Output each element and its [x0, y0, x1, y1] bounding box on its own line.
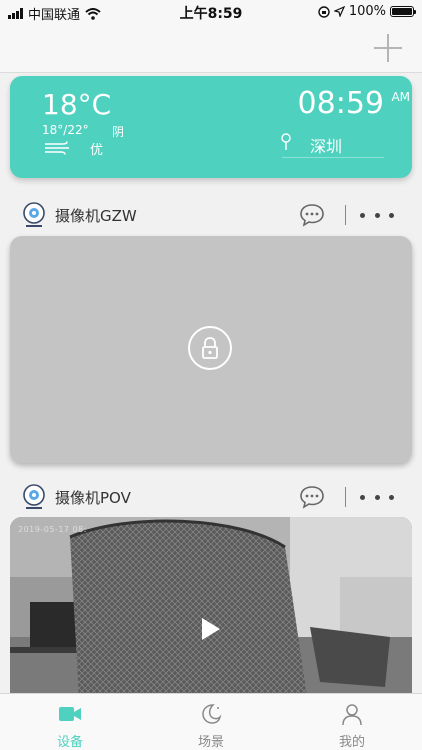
- camera-name: 摄像机POV: [55, 489, 131, 507]
- status-bar: 中国联通 上午8:59 100%: [0, 0, 422, 24]
- am-pm-label: AM: [391, 90, 410, 104]
- weather-condition: 阴: [112, 125, 125, 139]
- location-arrow-icon: [333, 6, 345, 17]
- camera-header[interactable]: 摄像机POV: [0, 477, 422, 517]
- battery-percent: 100%: [348, 4, 386, 19]
- separator: [345, 487, 346, 507]
- camera-icon: [23, 202, 45, 227]
- video-camera-icon: [59, 707, 81, 721]
- person-icon: [342, 704, 362, 726]
- weather-card[interactable]: 18°C 18°/22° 阴 优 08:59 AM 深圳: [10, 76, 412, 178]
- tab-devices[interactable]: 设备: [0, 694, 140, 750]
- camera-view-locked[interactable]: [10, 236, 412, 463]
- camera-header[interactable]: 摄像机GZW: [0, 195, 422, 235]
- camera-icon: [23, 484, 45, 509]
- wind-icon: [45, 141, 69, 155]
- tab-scenes[interactable]: 场景: [141, 694, 281, 750]
- video-timestamp: 2019-05-17 08:: [18, 525, 87, 534]
- play-button[interactable]: [196, 615, 224, 643]
- divider: [282, 157, 384, 158]
- more-options-button[interactable]: [360, 207, 394, 223]
- location-pin-icon: [281, 133, 291, 150]
- app-screen: 中国联通 上午8:59 100% 18°C 18°/22° 阴 优 08:59 …: [0, 0, 422, 750]
- city-name: 深圳: [310, 137, 343, 156]
- add-device-button[interactable]: [372, 32, 404, 64]
- status-right: 100%: [318, 4, 416, 19]
- message-button[interactable]: [299, 203, 325, 227]
- tab-label: 我的: [338, 735, 365, 750]
- tab-profile[interactable]: 我的: [282, 694, 422, 750]
- moon-icon: [202, 704, 222, 724]
- temperature: 18°C: [42, 88, 112, 121]
- separator: [345, 205, 346, 225]
- lock-icon: [202, 337, 218, 359]
- camera-view-live[interactable]: 2019-05-17 08:: [10, 517, 412, 717]
- time-block: 08:59 AM: [297, 86, 410, 121]
- more-options-button[interactable]: [360, 489, 394, 505]
- weather-time: 08:59: [297, 86, 384, 121]
- message-button[interactable]: [299, 485, 325, 509]
- unlock-button[interactable]: [188, 326, 232, 370]
- nav-bar: [0, 24, 422, 73]
- temperature-range: 18°/22°: [42, 123, 89, 137]
- tab-label: 设备: [56, 735, 83, 750]
- camera-name: 摄像机GZW: [55, 207, 137, 225]
- battery-fill: [392, 8, 412, 15]
- air-quality: 优: [90, 143, 104, 158]
- tab-label: 场景: [197, 735, 224, 750]
- tab-bar: 设备 场景 我的: [0, 693, 422, 750]
- rotation-lock-icon: [318, 5, 330, 18]
- battery-icon: [390, 6, 416, 17]
